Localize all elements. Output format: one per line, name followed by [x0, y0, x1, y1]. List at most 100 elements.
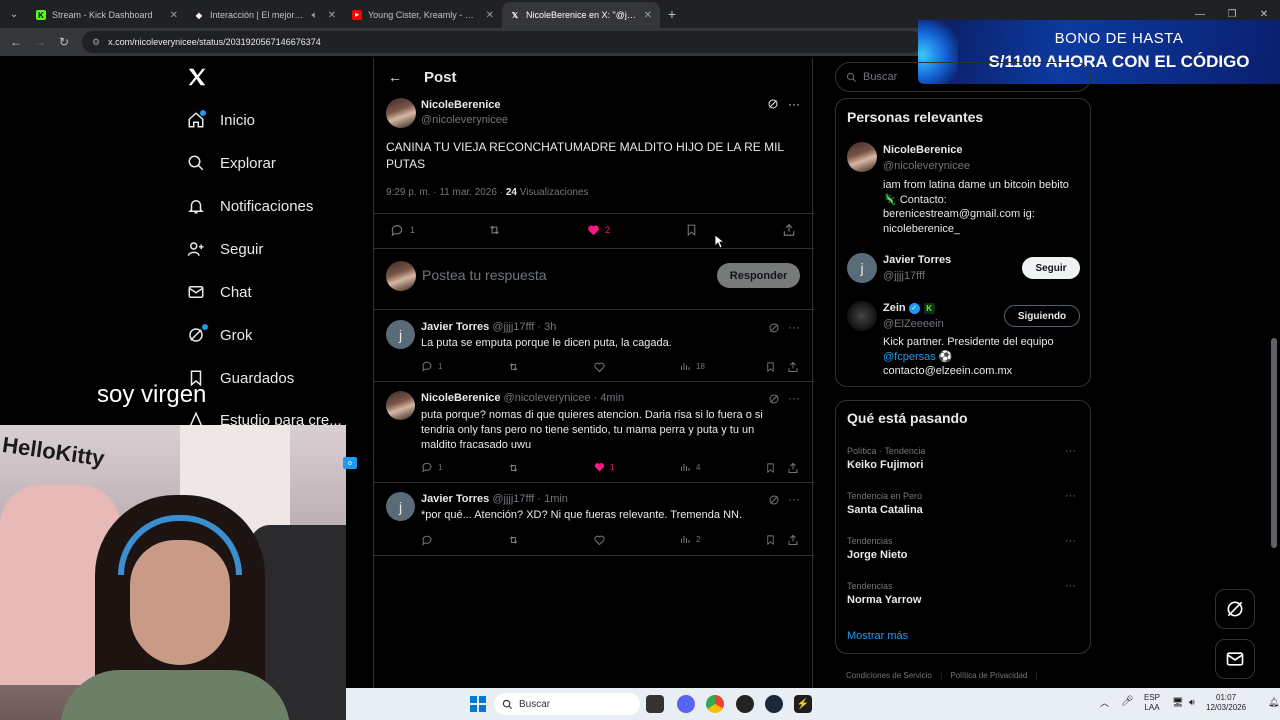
- page-scrollbar[interactable]: [1271, 338, 1277, 548]
- reply-author[interactable]: Javier Torres: [421, 493, 489, 505]
- notification-bell-icon[interactable]: 🔔︎: [1268, 697, 1279, 707]
- person-handle[interactable]: @jjjj17fff: [883, 270, 925, 282]
- nav-chat[interactable]: Chat: [186, 282, 252, 302]
- like-action[interactable]: 1: [593, 461, 614, 473]
- footer-link[interactable]: Condiciones de Servicio: [846, 671, 932, 680]
- reply-author[interactable]: Javier Torres: [421, 321, 489, 333]
- search-input[interactable]: Buscar: [835, 62, 1091, 92]
- heart-icon[interactable]: [593, 360, 606, 378]
- back-icon[interactable]: ←: [4, 35, 28, 49]
- trend-name[interactable]: Santa Catalina: [847, 504, 923, 516]
- show-more-link[interactable]: Mostrar más: [847, 630, 908, 642]
- mention-link[interactable]: @fcpersas: [883, 351, 936, 363]
- share-icon[interactable]: [787, 533, 799, 551]
- person-handle[interactable]: @ElZeeeein: [883, 318, 944, 330]
- site-info-icon[interactable]: ⚙: [92, 37, 100, 48]
- reply-icon[interactable]: [421, 533, 433, 551]
- discord-icon[interactable]: [677, 695, 695, 713]
- close-icon[interactable]: ✕: [328, 10, 336, 21]
- more-icon[interactable]: ···: [788, 391, 800, 405]
- close-icon[interactable]: ✕: [170, 10, 178, 21]
- nav-notificaciones[interactable]: Notificaciones: [186, 196, 313, 216]
- views-action[interactable]: 2: [679, 533, 700, 545]
- speaker-icon[interactable]: 🔈︎: [312, 10, 318, 21]
- restore-icon[interactable]: ❐: [1216, 9, 1248, 20]
- url-field[interactable]: ⚙ x.com/nicoleverynicee/status/203192056…: [82, 31, 922, 53]
- tab-search-chevron-icon[interactable]: ⌄: [0, 0, 28, 28]
- repost-icon[interactable]: [507, 461, 520, 479]
- windows-start-icon[interactable]: [469, 695, 487, 713]
- avatar[interactable]: j: [847, 253, 877, 283]
- task-view-icon[interactable]: [646, 695, 664, 713]
- tab-interaccion[interactable]: ◆ Interacción | El mejor softw 🔈︎ ✕: [186, 2, 344, 28]
- bookmark-icon[interactable]: [765, 461, 776, 479]
- trend-name[interactable]: Keiko Fujimori: [847, 459, 923, 471]
- bookmark-icon[interactable]: [685, 223, 698, 242]
- reload-icon[interactable]: ↻: [52, 35, 76, 49]
- minimize-icon[interactable]: —: [1184, 9, 1216, 20]
- person-name[interactable]: Zein: [883, 302, 906, 314]
- more-icon[interactable]: ···: [788, 97, 800, 111]
- language-indicator[interactable]: ESP LAA: [1144, 693, 1160, 713]
- repost-icon[interactable]: [507, 360, 520, 378]
- volume-icon[interactable]: 🔊︎: [1189, 697, 1195, 707]
- bookmark-icon[interactable]: [765, 533, 776, 551]
- reply-author[interactable]: NicoleBerenice: [421, 392, 500, 404]
- reply-input[interactable]: Postea tu respuesta: [422, 267, 547, 283]
- nav-grok[interactable]: Grok: [186, 325, 253, 345]
- obs-icon[interactable]: [736, 695, 754, 713]
- follow-button[interactable]: Seguir: [1022, 257, 1080, 279]
- clock[interactable]: 01:07 12/03/2026: [1206, 693, 1246, 713]
- reply-handle[interactable]: @jjjj17fff · 1min: [492, 493, 568, 505]
- heart-icon[interactable]: [593, 533, 606, 551]
- grok-icon[interactable]: [767, 98, 779, 113]
- avatar[interactable]: j: [386, 492, 415, 521]
- footer-link[interactable]: Política de Privacidad: [950, 671, 1027, 680]
- tray-chevron-icon[interactable]: ︿: [1100, 698, 1109, 708]
- chrome-icon[interactable]: [706, 695, 724, 713]
- more-icon[interactable]: ···: [788, 492, 800, 506]
- more-icon[interactable]: ···: [1065, 580, 1076, 592]
- author-name[interactable]: NicoleBerenice: [421, 99, 500, 111]
- tab-x-post[interactable]: 𝕏 NicoleBerenice en X: "@jjjj17ff ✕: [502, 2, 660, 28]
- close-window-icon[interactable]: ✕: [1248, 9, 1280, 20]
- avatar[interactable]: [847, 301, 877, 331]
- steam-icon[interactable]: [765, 695, 783, 713]
- x-logo-icon[interactable]: [186, 66, 208, 95]
- views-action[interactable]: 4: [679, 461, 700, 473]
- messages-fab-button[interactable]: [1215, 639, 1255, 679]
- more-icon[interactable]: ···: [1065, 535, 1076, 547]
- tab-kick-dashboard[interactable]: K Stream - Kick Dashboard ✕: [28, 2, 186, 28]
- new-tab-plus-icon[interactable]: +: [660, 6, 684, 22]
- reply-action[interactable]: 1: [390, 223, 415, 237]
- taskbar-search[interactable]: Buscar: [494, 693, 640, 715]
- author-handle[interactable]: @nicoleverynicee: [421, 114, 508, 126]
- microphone-icon[interactable]: 🎤︎: [1121, 697, 1134, 707]
- share-icon[interactable]: [787, 360, 799, 378]
- avatar[interactable]: [386, 98, 416, 128]
- views-action[interactable]: 18: [679, 360, 705, 372]
- trend-name[interactable]: Norma Yarrow: [847, 594, 921, 606]
- repost-icon[interactable]: [487, 223, 502, 242]
- avatar[interactable]: j: [386, 320, 415, 349]
- tab-youtube[interactable]: ▶ Young Cister, Kreamly - QLOO ✕: [344, 2, 502, 28]
- forward-icon[interactable]: →: [28, 35, 52, 49]
- person-handle[interactable]: @nicoleverynicee: [883, 160, 970, 172]
- nav-inicio[interactable]: Inicio: [186, 110, 255, 130]
- person-name[interactable]: NicoleBerenice: [883, 144, 962, 156]
- more-icon[interactable]: ···: [788, 320, 800, 334]
- reply-button[interactable]: Responder: [717, 263, 800, 288]
- grok-fab-button[interactable]: [1215, 589, 1255, 629]
- back-arrow-icon[interactable]: ←: [388, 69, 402, 85]
- avatar[interactable]: [386, 391, 415, 420]
- close-icon[interactable]: ✕: [486, 10, 494, 21]
- more-icon[interactable]: ···: [1065, 445, 1076, 457]
- like-action[interactable]: 2: [586, 223, 610, 237]
- following-button[interactable]: Siguiendo: [1004, 305, 1080, 327]
- network-icon[interactable]: 🖥︎: [1172, 697, 1183, 707]
- bookmark-icon[interactable]: [765, 360, 776, 378]
- nav-seguir[interactable]: Seguir: [186, 239, 263, 259]
- avatar[interactable]: [847, 142, 877, 172]
- repost-icon[interactable]: [507, 533, 520, 551]
- trend-name[interactable]: Jorge Nieto: [847, 549, 908, 561]
